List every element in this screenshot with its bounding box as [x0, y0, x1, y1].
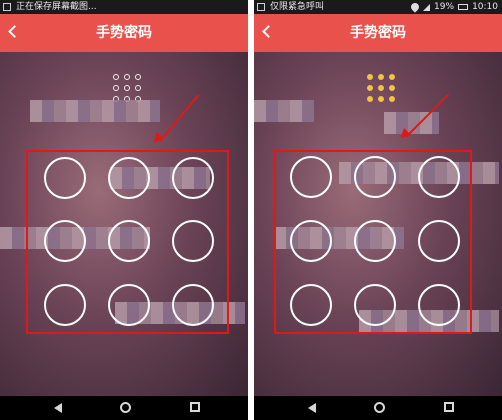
status-time: 10:10 — [472, 2, 498, 12]
status-text: 正在保存屏幕截图... — [16, 2, 97, 12]
nav-home-icon[interactable] — [120, 402, 131, 413]
grid-dot — [135, 74, 141, 80]
status-indicators: 19% 10:10 — [409, 0, 498, 14]
annotation-arrow — [159, 94, 200, 142]
grid-dot — [124, 74, 130, 80]
grid-dot — [124, 85, 130, 91]
annotation-arrow-head — [149, 131, 165, 147]
grid-dot — [378, 96, 384, 102]
annotation-box — [274, 150, 472, 334]
blurred-overlay — [254, 100, 314, 122]
nav-recent-icon[interactable] — [190, 402, 200, 412]
app-header: 手势密码 — [254, 14, 502, 52]
nav-bar — [254, 396, 502, 420]
nav-recent-icon[interactable] — [444, 402, 454, 412]
screenshot-icon — [3, 3, 11, 11]
signal-icon — [423, 3, 431, 11]
blurred-hint-text — [30, 100, 160, 122]
grid-dot — [389, 96, 395, 102]
battery-percent: 19% — [434, 2, 455, 12]
grid-dot — [378, 74, 384, 80]
status-bar: 正在保存屏幕截图... — [0, 0, 248, 14]
screenshot-icon — [257, 3, 265, 11]
page-title: 手势密码 — [96, 25, 152, 41]
grid-dot — [378, 85, 384, 91]
battery-icon — [458, 4, 469, 10]
grid-dot — [389, 74, 395, 80]
annotation-box — [26, 150, 229, 334]
gesture-area — [254, 52, 502, 396]
grid-icon — [367, 74, 397, 104]
wifi-icon — [409, 1, 421, 13]
nav-home-icon[interactable] — [374, 402, 385, 413]
status-text: 仅限紧急呼叫 — [270, 2, 325, 12]
grid-dot — [367, 85, 373, 91]
grid-dot — [367, 74, 373, 80]
grid-dot — [389, 85, 395, 91]
grid-dot — [367, 96, 373, 102]
left-screenshot: 正在保存屏幕截图... 手势密码 — [0, 0, 248, 420]
app-header: 手势密码 — [0, 14, 248, 52]
nav-bar — [0, 396, 248, 420]
right-screenshot: 仅限紧急呼叫 19% 10:10 手势密码 — [254, 0, 502, 420]
grid-dot — [135, 85, 141, 91]
nav-back-icon[interactable] — [54, 403, 62, 413]
grid-dot — [113, 85, 119, 91]
gesture-area — [0, 52, 248, 396]
status-bar: 仅限紧急呼叫 19% 10:10 — [254, 0, 502, 14]
page-title: 手势密码 — [350, 25, 406, 41]
nav-back-icon[interactable] — [308, 403, 316, 413]
grid-dot — [113, 74, 119, 80]
